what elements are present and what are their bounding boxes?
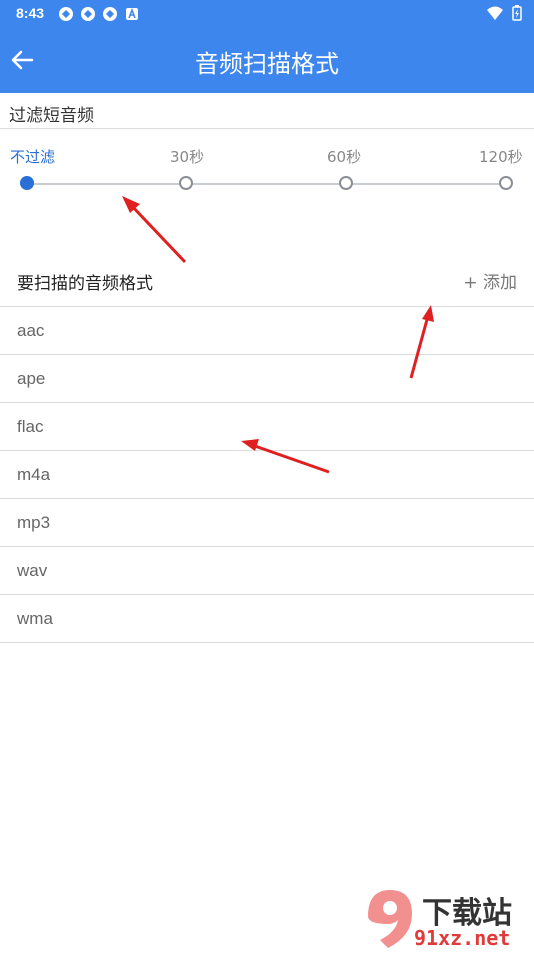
format-name: mp3 xyxy=(17,513,51,532)
battery-icon xyxy=(512,5,522,25)
status-bar: 8:43 xyxy=(0,0,534,28)
font-notification-icon xyxy=(124,6,140,22)
status-time: 8:43 xyxy=(16,5,45,21)
add-format-button[interactable]: + 添加 xyxy=(463,268,517,293)
page-title: 音频扫描格式 xyxy=(195,50,339,78)
app-notification-icon xyxy=(58,6,74,22)
formats-label: 要扫描的音频格式 xyxy=(17,274,153,294)
annotation-arrow-icon xyxy=(122,196,187,264)
list-item[interactable]: aac xyxy=(0,307,534,355)
list-item[interactable]: wav xyxy=(0,547,534,595)
format-name: m4a xyxy=(17,465,51,484)
slider-knob[interactable] xyxy=(339,176,353,190)
slider-knob[interactable] xyxy=(179,176,193,190)
format-name: wav xyxy=(17,561,48,580)
app-notification-icon xyxy=(102,6,118,22)
formats-section-header: 要扫描的音频格式 + 添加 xyxy=(0,260,534,307)
system-icons xyxy=(486,5,522,25)
filter-section-header: 过滤短音频 xyxy=(0,94,534,129)
app-bar: 音频扫描格式 xyxy=(0,28,534,93)
filter-label: 过滤短音频 xyxy=(9,106,94,126)
slider-knob-selected[interactable] xyxy=(20,176,34,190)
list-item[interactable]: m4a xyxy=(0,451,534,499)
duration-slider-labels: 不过滤 30秒 60秒 120秒 xyxy=(0,146,534,166)
slider-option-label[interactable]: 120秒 xyxy=(479,146,523,167)
slider-option-label[interactable]: 60秒 xyxy=(327,146,361,167)
watermark: 下载站 91xz.net xyxy=(360,886,530,950)
list-item[interactable]: wma xyxy=(0,595,534,643)
format-name: ape xyxy=(17,369,46,388)
list-item[interactable]: flac xyxy=(0,403,534,451)
slider-knob[interactable] xyxy=(499,176,513,190)
duration-slider-track[interactable] xyxy=(27,183,507,185)
list-item[interactable]: ape xyxy=(0,355,534,403)
wifi-icon xyxy=(486,5,504,25)
list-item[interactable]: mp3 xyxy=(0,499,534,547)
app-notification-icon xyxy=(80,6,96,22)
slider-option-label[interactable]: 不过滤 xyxy=(10,146,55,167)
notification-icons xyxy=(58,6,140,22)
format-name: flac xyxy=(17,417,44,436)
format-list: aac ape flac m4a mp3 wav wma xyxy=(0,307,534,643)
slider-option-label[interactable]: 30秒 xyxy=(170,146,204,167)
watermark-url: 91xz.net xyxy=(414,926,511,950)
format-name: wma xyxy=(17,609,53,628)
format-name: aac xyxy=(17,321,45,340)
